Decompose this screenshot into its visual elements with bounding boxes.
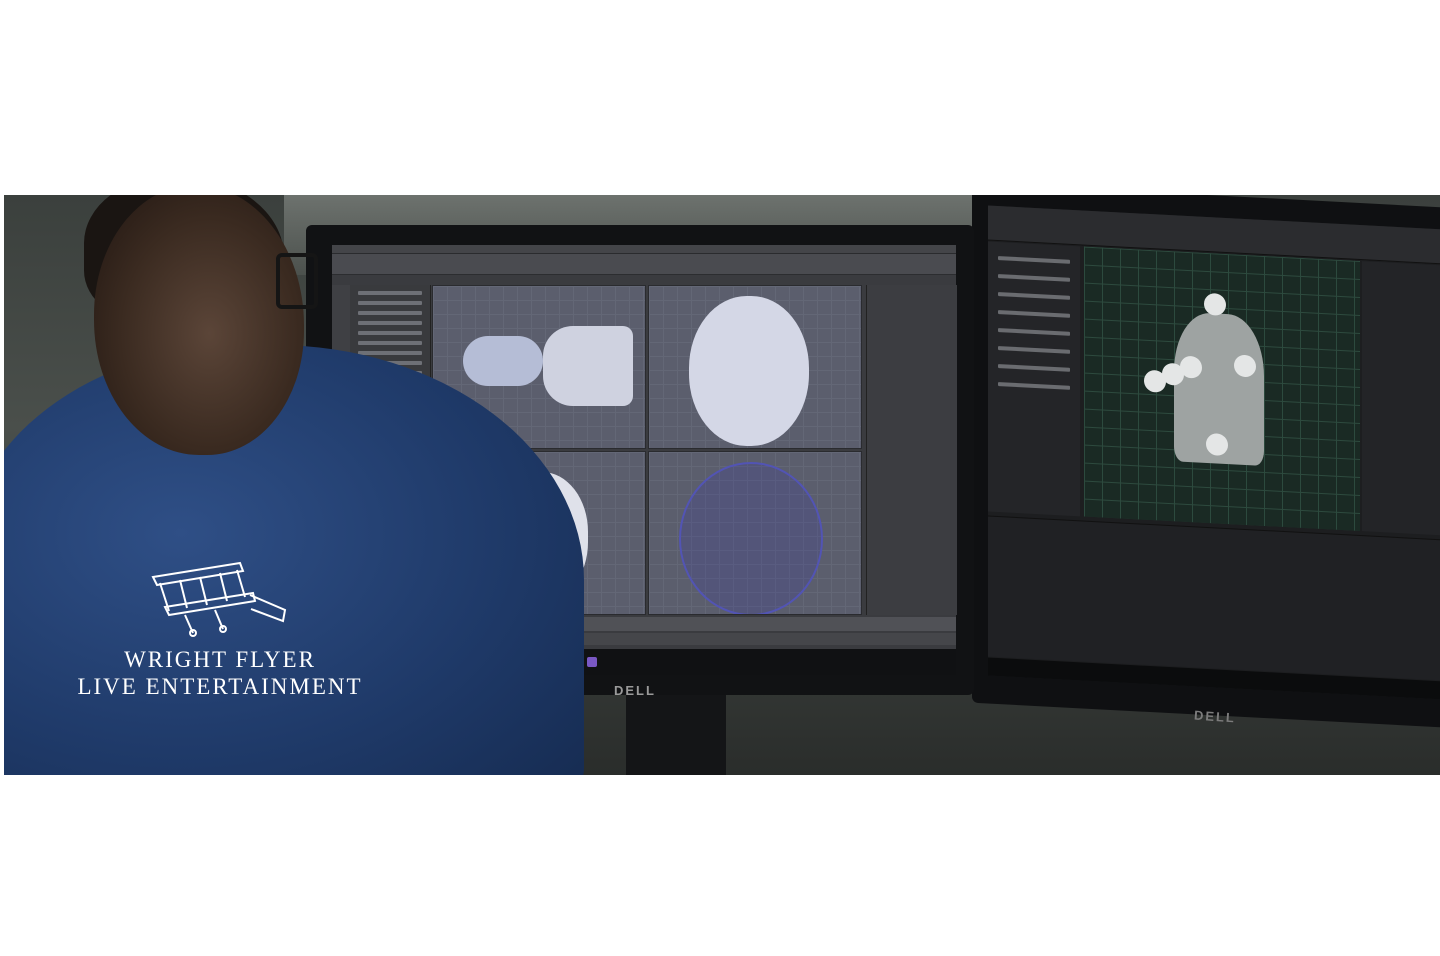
- modes-panel: [988, 241, 1080, 517]
- world-outliner: [1362, 261, 1440, 536]
- person-head: [94, 195, 304, 455]
- logo-subtitle: LIVE ENTERTAINMENT: [77, 674, 363, 699]
- menu-bar: [332, 245, 956, 254]
- monitor-stand: [626, 695, 726, 775]
- monitor-brand-right: DELL: [1193, 707, 1237, 726]
- content-browser: [988, 515, 1440, 681]
- logo-title: WRIGHT FLYER: [124, 647, 316, 672]
- unreal-editor-screen: [988, 205, 1440, 700]
- viewport-side: [648, 285, 862, 449]
- shelf-toolbar: [332, 254, 956, 275]
- sphere-marker: [1180, 355, 1202, 379]
- right-monitor: [972, 195, 1440, 728]
- monitor-brand-left: DELL: [614, 683, 656, 698]
- level-viewport: [1084, 246, 1360, 532]
- company-logo: WRIGHT FLYER LIVE ENTERTAINMENT: [60, 555, 380, 700]
- hand-mesh: [463, 336, 543, 386]
- viewport-wireframe: [648, 451, 862, 615]
- channel-box: [866, 285, 957, 615]
- head-mesh: [689, 296, 809, 446]
- wireframe-head: [679, 462, 823, 614]
- sphere-marker: [1234, 354, 1256, 378]
- glasses: [276, 253, 318, 309]
- app-icon: [586, 657, 597, 667]
- sphere-marker: [1204, 292, 1226, 316]
- sphere-marker: [1206, 432, 1228, 457]
- biplane-icon: [151, 561, 287, 637]
- sleeve-mesh: [543, 326, 633, 406]
